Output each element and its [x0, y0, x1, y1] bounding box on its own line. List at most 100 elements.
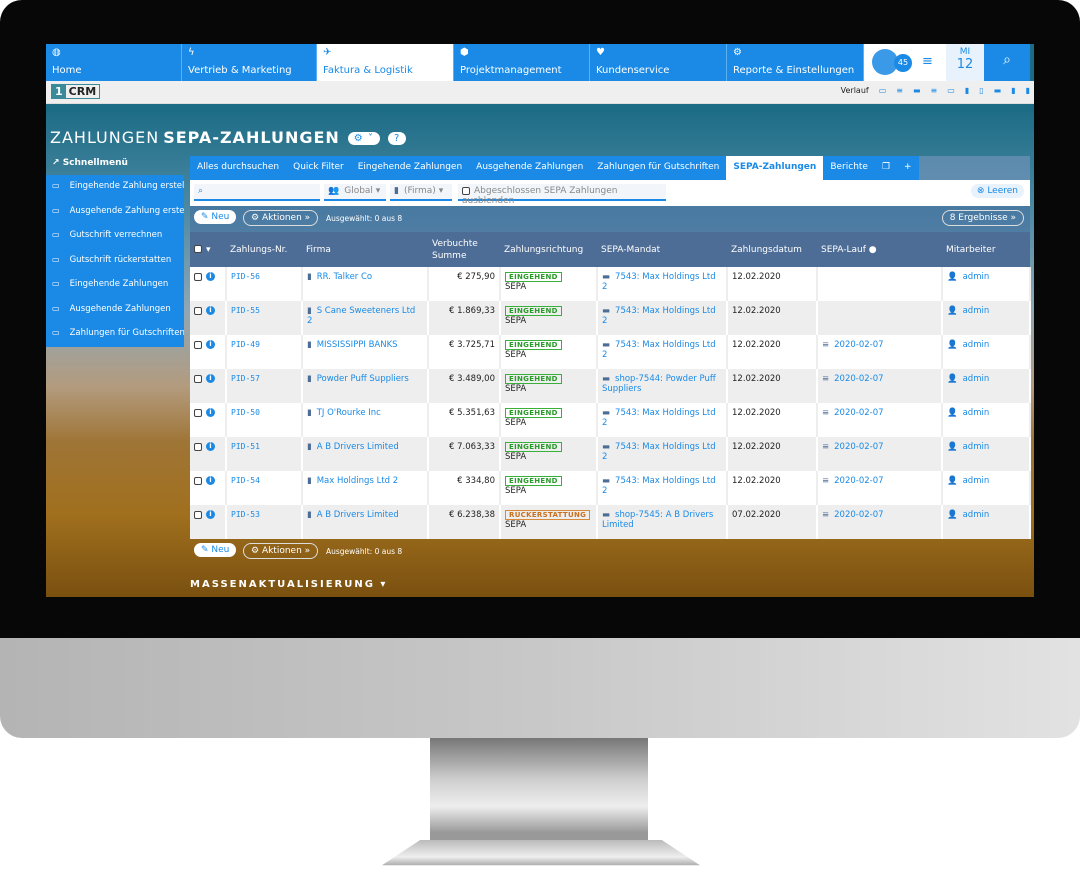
clear-button[interactable]: ⊗ Leeren — [970, 184, 1024, 198]
employee-link[interactable]: admin — [963, 272, 990, 282]
actions-button[interactable]: ⚙ Aktionen » — [243, 210, 319, 226]
row-checkbox[interactable] — [194, 272, 202, 281]
mandate-link[interactable]: shop-7545: A B Drivers Limited — [602, 510, 713, 530]
company-link[interactable]: Powder Puff Suppliers — [317, 374, 409, 384]
row-checkbox[interactable] — [194, 510, 202, 519]
company-link[interactable]: TJ O'Rourke Inc — [317, 408, 381, 418]
company-link[interactable]: S Cane Sweeteners Ltd 2 — [307, 306, 415, 326]
mandate-link[interactable]: 7543: Max Holdings Ltd 2 — [602, 272, 716, 292]
sepa-run-link[interactable]: 2020-02-07 — [834, 476, 883, 486]
column-header[interactable]: Zahlungsrichtung — [500, 232, 597, 267]
payment-number-link[interactable]: PID-55 — [231, 306, 260, 315]
list-icon[interactable]: ≡ — [931, 86, 938, 95]
row-checkbox[interactable] — [194, 408, 202, 417]
tab[interactable]: Zahlungen für Gutschriften — [590, 156, 727, 180]
info-icon[interactable]: i — [206, 272, 215, 281]
help-icon[interactable]: ? — [387, 132, 407, 145]
table-row[interactable]: i PID-54 ▮ Max Holdings Ltd 2 € 334,80 EINGEH… — [190, 471, 1031, 505]
employee-link[interactable]: admin — [963, 340, 990, 350]
tab[interactable]: Quick Filter — [286, 156, 351, 180]
table-row[interactable]: i PID-51 ▮ A B Drivers Limited € 7.063,33 EIN… — [190, 437, 1031, 471]
logo[interactable]: 1 CRM — [51, 84, 101, 99]
column-header[interactable]: Zahlungs-Nr. — [226, 232, 302, 267]
employee-link[interactable]: admin — [963, 374, 990, 384]
scope-select[interactable]: 👥 Global ▾ — [324, 184, 386, 201]
checkbox[interactable] — [462, 186, 470, 195]
table-row[interactable]: i PID-49 ▮ MISSISSIPPI BANKS € 3.725,71 EINGE… — [190, 335, 1031, 369]
payment-icon[interactable]: ▭ — [947, 86, 955, 95]
user-menu[interactable]: 45 ≡ — [864, 44, 946, 81]
payment-number-link[interactable]: PID-50 — [231, 408, 260, 417]
calendar-date[interactable]: MI 12 — [946, 44, 984, 81]
info-icon[interactable]: i — [206, 374, 215, 383]
employee-link[interactable]: admin — [963, 510, 990, 520]
quick-menu-item[interactable]: ▭ Gutschrift verrechnen — [46, 224, 184, 249]
payment-number-link[interactable]: PID-56 — [231, 272, 260, 281]
row-checkbox[interactable] — [194, 476, 202, 485]
hamburger-menu-icon[interactable]: ≡ — [922, 54, 933, 69]
payment-number-link[interactable]: PID-49 — [231, 340, 260, 349]
sepa-run-link[interactable]: 2020-02-07 — [834, 408, 883, 418]
mandate-link[interactable]: 7543: Max Holdings Ltd 2 — [602, 340, 716, 360]
book-icon[interactable]: ▮ — [1011, 86, 1015, 95]
nav-vertrieb[interactable]: ϟ Vertrieb & Marketing — [182, 44, 317, 81]
employee-link[interactable]: admin — [963, 442, 990, 452]
column-header[interactable]: Zahlungsdatum — [727, 232, 817, 267]
search-icon[interactable]: ⌕ — [984, 44, 1030, 81]
sepa-run-link[interactable]: 2020-02-07 — [834, 510, 883, 520]
column-header[interactable]: Verbuchte Summe — [428, 232, 500, 267]
payment-icon[interactable]: ▭ — [879, 86, 887, 95]
row-checkbox[interactable] — [194, 374, 202, 383]
column-header[interactable]: SEPA-Mandat — [597, 232, 727, 267]
firma-select[interactable]: ▮ (Firma) ▾ — [390, 184, 452, 201]
quick-menu-item[interactable]: ▭ Eingehende Zahlungen — [46, 273, 184, 298]
table-row[interactable]: i PID-50 ▮ TJ O'Rourke Inc € 5.351,63 EINGEHE… — [190, 403, 1031, 437]
notification-badge[interactable]: 45 — [894, 54, 912, 72]
nav-kundenservice[interactable]: ♥ Kundenservice — [590, 44, 727, 81]
sepa-run-link[interactable]: 2020-02-07 — [834, 340, 883, 350]
tab[interactable]: SEPA-Zahlungen — [726, 156, 824, 180]
payment-number-link[interactable]: PID-57 — [231, 374, 260, 383]
copy-icon[interactable]: ❐ — [874, 156, 898, 180]
table-row[interactable]: i PID-53 ▮ A B Drivers Limited € 6.238,38 RÜC… — [190, 505, 1031, 539]
nav-reporte[interactable]: ⚙ Reporte & Einstellungen — [727, 44, 864, 81]
select-all-checkbox[interactable]: ▾ — [190, 232, 226, 267]
info-icon[interactable]: i — [206, 442, 215, 451]
row-checkbox[interactable] — [194, 306, 202, 315]
row-select[interactable]: i — [190, 471, 227, 505]
company-link[interactable]: Max Holdings Ltd 2 — [317, 476, 398, 486]
tab[interactable]: Ausgehende Zahlungen — [469, 156, 591, 180]
quick-menu-item[interactable]: ▭ Ausgehende Zahlung erstellen — [46, 199, 184, 224]
payment-number-link[interactable]: PID-54 — [231, 476, 260, 485]
quick-menu-item[interactable]: ▭ Gutschrift rückerstatten — [46, 248, 184, 273]
table-row[interactable]: i PID-56 ▮ RR. Talker Co € 275,90 EINGEHEND SE… — [190, 267, 1031, 301]
info-icon[interactable]: i — [206, 306, 215, 315]
tab[interactable]: Berichte — [823, 156, 875, 180]
settings-dropdown-button[interactable]: ⚙ ˅ — [347, 132, 380, 145]
hide-completed-checkbox[interactable]: Abgeschlossen SEPA Zahlungen ausblenden — [458, 184, 666, 206]
employee-link[interactable]: admin — [963, 476, 990, 486]
nav-home[interactable]: ◍ Home — [46, 44, 182, 81]
column-header[interactable]: Mitarbeiter — [942, 232, 1030, 267]
row-select[interactable]: i — [190, 267, 227, 301]
mass-update-toggle[interactable]: MASSENAKTUALISIERUNG ▾ — [190, 579, 387, 590]
company-link[interactable]: MISSISSIPPI BANKS — [317, 340, 398, 350]
add-tab-icon[interactable]: + — [897, 156, 919, 180]
row-select[interactable]: i — [190, 301, 227, 335]
payment-number-link[interactable]: PID-51 — [231, 442, 260, 451]
mandate-link[interactable]: 7543: Max Holdings Ltd 2 — [602, 476, 716, 496]
mandate-link[interactable]: shop-7544: Powder Puff Suppliers — [602, 374, 716, 394]
employee-link[interactable]: admin — [963, 408, 990, 418]
row-checkbox[interactable] — [194, 340, 202, 349]
table-row[interactable]: i PID-55 ▮ S Cane Sweeteners Ltd 2 € 1.869,3… — [190, 301, 1031, 335]
calculator-icon[interactable]: ▯ — [979, 86, 983, 95]
results-button[interactable]: 8 Ergebnisse » — [941, 210, 1024, 226]
table-row[interactable]: i PID-57 ▮ Powder Puff Suppliers € 3.489,00 E… — [190, 369, 1031, 403]
info-icon[interactable]: i — [206, 408, 215, 417]
card-icon[interactable]: ▬ — [913, 86, 921, 95]
info-icon[interactable]: i — [206, 476, 215, 485]
nav-projekt[interactable]: ⬢ Projektmanagement — [454, 44, 590, 81]
row-select[interactable]: i — [190, 335, 227, 369]
company-link[interactable]: RR. Talker Co — [317, 272, 372, 282]
tab[interactable]: Eingehende Zahlungen — [350, 156, 470, 180]
